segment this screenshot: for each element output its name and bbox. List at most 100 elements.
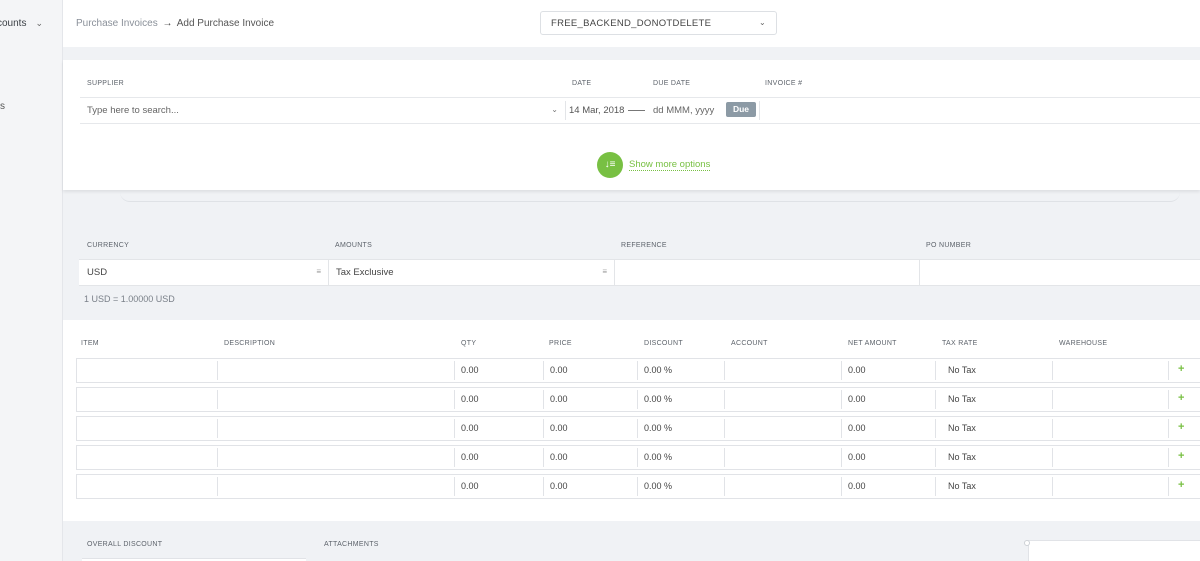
add-row-icon[interactable]: + <box>1178 479 1184 491</box>
supplier-placeholder: Type here to search... <box>87 105 179 116</box>
breadcrumb-link-purchase-invoices[interactable]: Purchase Invoices <box>76 18 158 29</box>
due-date-input[interactable]: dd MMM, yyyy <box>653 105 714 116</box>
sidebar-item[interactable]: s <box>0 101 5 112</box>
description-input[interactable] <box>218 475 454 498</box>
description-input[interactable] <box>218 417 454 440</box>
divider <box>759 101 760 120</box>
divider <box>454 390 455 409</box>
tax-rate-select[interactable]: No Tax <box>944 359 1052 382</box>
show-more-options-link[interactable]: Show more options <box>629 159 711 171</box>
divider <box>1168 477 1169 496</box>
account-select[interactable] <box>725 388 841 411</box>
company-selector[interactable]: FREE_BACKEND_DONOTDELETE ⌄ <box>540 11 777 35</box>
tax-rate-select[interactable]: No Tax <box>944 417 1052 440</box>
sidebar-accounts-menu[interactable]: counts ⌄ <box>0 0 62 47</box>
warehouse-select[interactable] <box>1053 446 1168 469</box>
divider <box>637 477 638 496</box>
tax-rate-select[interactable]: No Tax <box>944 446 1052 469</box>
attachments-label: ATTACHMENTS <box>324 541 379 548</box>
po-number-input[interactable] <box>919 260 1200 285</box>
item-input[interactable] <box>77 388 217 411</box>
discount-input[interactable]: 0.00 % <box>640 446 724 469</box>
account-select[interactable] <box>725 417 841 440</box>
reference-input[interactable] <box>614 260 919 285</box>
divider <box>637 361 638 380</box>
divider <box>543 390 544 409</box>
supplier-search-input[interactable]: Type here to search... ⌄ <box>80 98 565 123</box>
account-select[interactable] <box>725 446 841 469</box>
date-label: DATE <box>572 80 592 87</box>
description-input[interactable] <box>218 359 454 382</box>
item-input[interactable] <box>77 446 217 469</box>
divider <box>935 361 936 380</box>
currency-label: CURRENCY <box>87 242 130 249</box>
divider <box>1168 419 1169 438</box>
show-more-options-icon[interactable]: ↓≡ <box>597 152 623 178</box>
sidebar-item-label: counts <box>0 18 27 29</box>
chevron-down-icon: ⌄ <box>758 18 766 27</box>
date-input[interactable]: 14 Mar, 2018 <box>569 105 624 116</box>
item-input[interactable] <box>77 359 217 382</box>
qty-input[interactable]: 0.00 <box>457 417 543 440</box>
divider <box>543 477 544 496</box>
qty-input[interactable]: 0.00 <box>457 446 543 469</box>
divider <box>565 101 566 120</box>
divider <box>935 390 936 409</box>
column-header-description: DESCRIPTION <box>224 340 276 347</box>
add-row-icon[interactable]: + <box>1178 363 1184 375</box>
price-input[interactable]: 0.00 <box>546 446 637 469</box>
discount-input[interactable]: 0.00 % <box>640 359 724 382</box>
discount-input[interactable]: 0.00 % <box>640 417 724 440</box>
account-select[interactable] <box>725 359 841 382</box>
warehouse-select[interactable] <box>1053 417 1168 440</box>
tax-rate-select[interactable]: No Tax <box>944 475 1052 498</box>
due-button[interactable]: Due <box>726 102 756 117</box>
warehouse-select[interactable] <box>1053 359 1168 382</box>
column-header-net-amount: NET AMOUNT <box>848 340 897 347</box>
add-row-icon[interactable]: + <box>1178 450 1184 462</box>
chevron-down-icon[interactable]: ⌄ <box>551 105 558 114</box>
line-items-section: ITEM DESCRIPTION QTY PRICE DISCOUNT ACCO… <box>63 320 1200 521</box>
currency-value: USD <box>87 267 108 278</box>
qty-input[interactable]: 0.00 <box>457 359 543 382</box>
price-input[interactable]: 0.00 <box>546 475 637 498</box>
divider <box>841 390 842 409</box>
divider <box>454 361 455 380</box>
add-row-icon[interactable]: + <box>1178 392 1184 404</box>
po-number-label: PO NUMBER <box>926 242 972 249</box>
divider <box>841 477 842 496</box>
invoice-number-input[interactable] <box>762 98 1192 121</box>
divider <box>454 448 455 467</box>
description-input[interactable] <box>218 388 454 411</box>
price-input[interactable]: 0.00 <box>546 388 637 411</box>
item-input[interactable] <box>77 475 217 498</box>
price-input[interactable]: 0.00 <box>546 359 637 382</box>
account-select[interactable] <box>725 475 841 498</box>
discount-input[interactable]: 0.00 % <box>640 388 724 411</box>
divider <box>841 448 842 467</box>
divider <box>935 419 936 438</box>
qty-input[interactable]: 0.00 <box>457 388 543 411</box>
resize-handle[interactable] <box>1024 540 1030 546</box>
warehouse-select[interactable] <box>1053 388 1168 411</box>
overall-discount-label: OVERALL DISCOUNT <box>87 541 163 548</box>
table-row: 0.00 0.00 0.00 % 0.00 No Tax + <box>76 474 1200 499</box>
divider <box>637 419 638 438</box>
invoice-header-card: SUPPLIER DATE DUE DATE INVOICE # Type he… <box>63 60 1200 190</box>
net-amount-value: 0.00 <box>848 481 866 491</box>
supplier-label: SUPPLIER <box>87 80 125 87</box>
currency-select[interactable]: USD ≡ <box>79 260 328 285</box>
add-row-icon[interactable]: + <box>1178 421 1184 433</box>
divider <box>454 477 455 496</box>
discount-input[interactable]: 0.00 % <box>640 475 724 498</box>
price-input[interactable]: 0.00 <box>546 417 637 440</box>
tax-rate-select[interactable]: No Tax <box>944 388 1052 411</box>
divider <box>637 448 638 467</box>
description-input[interactable] <box>218 446 454 469</box>
item-input[interactable] <box>77 417 217 440</box>
warehouse-select[interactable] <box>1053 475 1168 498</box>
qty-input[interactable]: 0.00 <box>457 475 543 498</box>
amounts-select[interactable]: Tax Exclusive ≡ <box>328 260 614 285</box>
totals-panel <box>1028 540 1200 561</box>
divider <box>637 390 638 409</box>
